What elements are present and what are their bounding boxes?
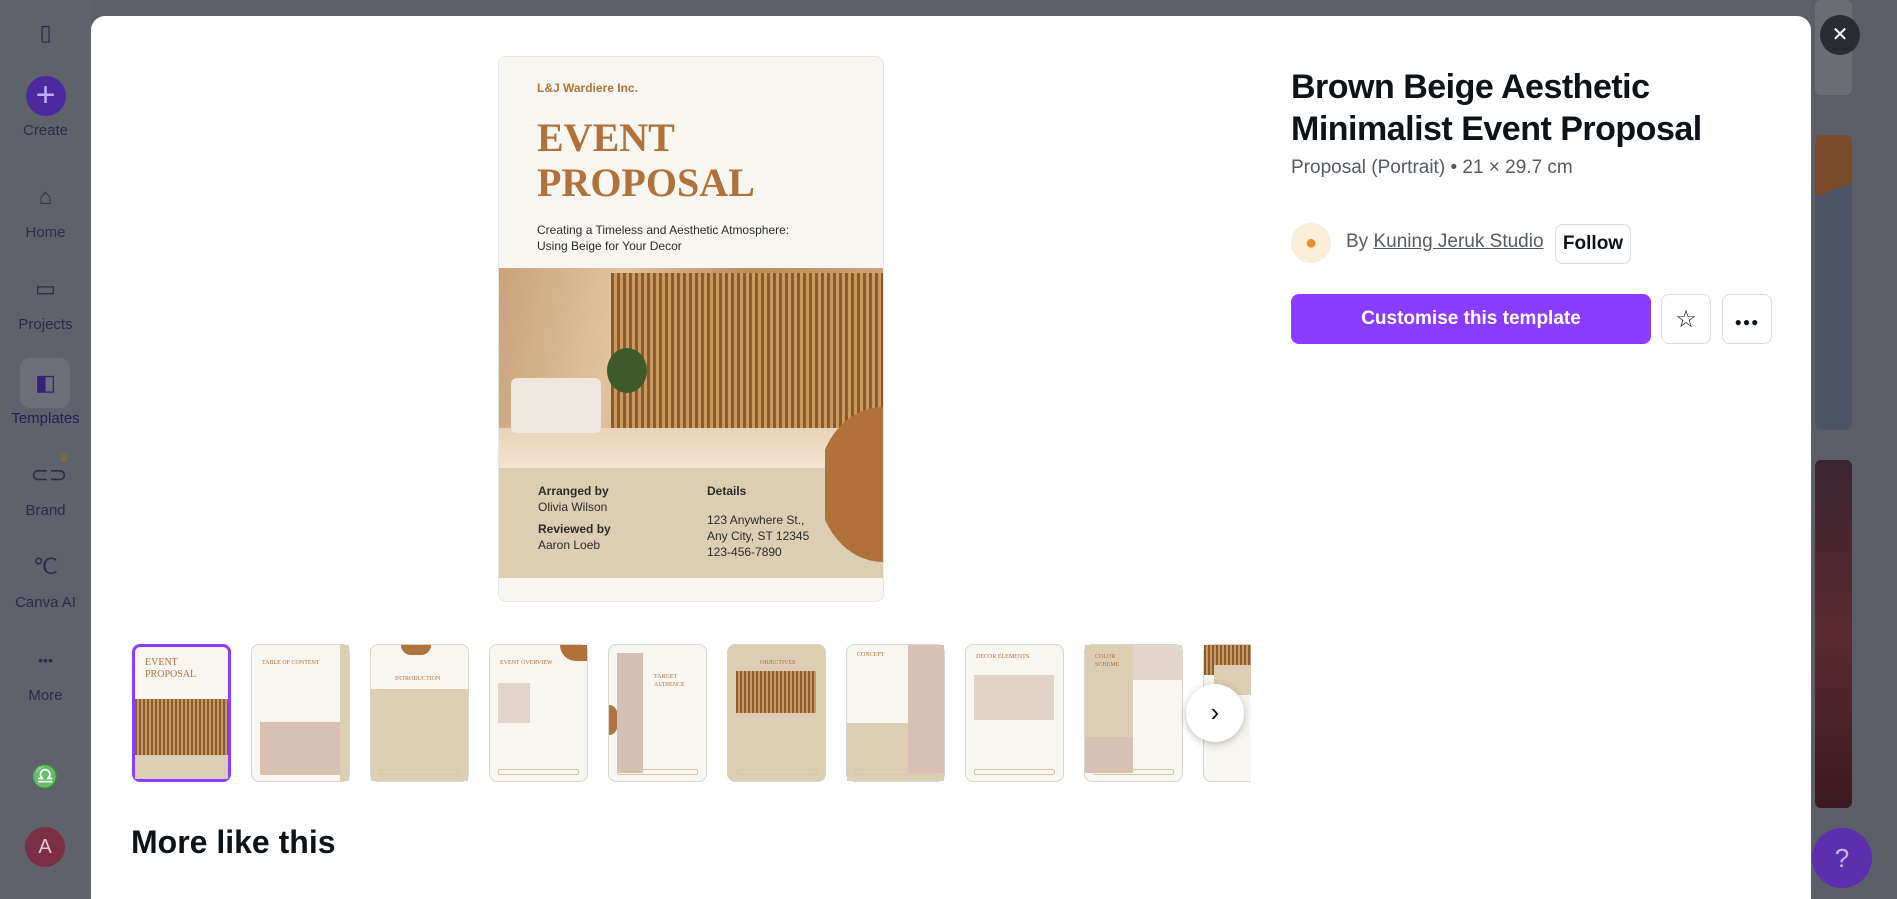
favorite-button[interactable]: ☆ xyxy=(1661,294,1711,344)
crown-icon: ♛ xyxy=(58,450,70,465)
sidebar-item-label: More xyxy=(28,687,63,704)
template-meta: Proposal (Portrait) • 21 × 29.7 cm xyxy=(1291,157,1573,178)
page-thumbnail[interactable]: OBJECTIVES xyxy=(727,644,826,782)
bell-icon: ♎ xyxy=(31,764,60,789)
thumbnail-title: TARGET AUDIENCE xyxy=(654,674,685,688)
sidebar-item-label: Templates xyxy=(11,410,80,427)
details-label: Details xyxy=(707,484,747,498)
page-thumbnail[interactable]: EVENT OVERVIEW xyxy=(489,644,588,782)
sidebar-item-canva-ai[interactable]: ℃ Canva AI xyxy=(0,552,91,611)
sidebar-item-create[interactable]: + Create xyxy=(0,76,91,139)
thumbnail-title: OBJECTIVES xyxy=(760,660,796,666)
brand-icon: ⊂⊃ xyxy=(30,462,68,487)
arranged-name: Olivia Wilson xyxy=(538,500,608,514)
thumbnail-title: CONCEPT xyxy=(857,652,885,658)
sidebar-item-more[interactable]: ••• More xyxy=(0,645,91,704)
background-card xyxy=(1815,460,1852,808)
page-thumbnail[interactable]: EVENT PROPOSAL xyxy=(132,644,231,782)
sidebar-item-projects[interactable]: ▭ Projects xyxy=(0,274,91,333)
author-avatar[interactable]: ● xyxy=(1291,223,1331,263)
preview-subtitle: Creating a Timeless and Aesthetic Atmosp… xyxy=(537,223,790,253)
arranged-label: Arranged by xyxy=(538,484,609,498)
sidebar-item-label: Canva AI xyxy=(15,594,76,611)
close-icon: ✕ xyxy=(1831,24,1849,46)
more-icon: ••• xyxy=(38,652,53,668)
by-label: By xyxy=(1346,231,1369,252)
background-results xyxy=(1811,0,1897,899)
page-thumbnail[interactable]: INTRODUCTION xyxy=(370,644,469,782)
sidebar-item-templates[interactable]: ◧ Templates xyxy=(0,368,91,427)
page-thumbnails: EVENT PROPOSAL TABLE OF CONTENT INTRODUC… xyxy=(132,644,1251,784)
thumbnail-title: EVENT OVERVIEW xyxy=(500,660,553,666)
sidebar-item-home[interactable]: ⌂ Home xyxy=(0,182,91,241)
sidebar-toggle-icon: ▯ xyxy=(39,20,52,45)
home-icon: ⌂ xyxy=(38,184,53,209)
template-title: Brown Beige Aesthetic Minimalist Event P… xyxy=(1291,68,1702,148)
author-link[interactable]: Kuning Jeruk Studio xyxy=(1373,231,1543,252)
thumbnail-title: EVENT PROPOSAL xyxy=(145,657,197,680)
sidebar-item-label: Create xyxy=(22,122,69,139)
sidebar-item-label: Projects xyxy=(18,316,73,333)
plus-icon: + xyxy=(25,76,66,116)
more-options-button[interactable]: ●●● xyxy=(1722,294,1772,344)
templates-icon: ◧ xyxy=(35,370,56,395)
star-icon: ☆ xyxy=(1675,305,1697,333)
more-like-this-heading: More like this xyxy=(131,824,336,860)
thumbnail-title: INTRODUCTION xyxy=(395,676,441,682)
sidebar-item-label: Brand xyxy=(25,502,66,519)
reviewed-name: Aaron Loeb xyxy=(538,538,601,552)
folder-icon: ▭ xyxy=(35,276,56,301)
page-thumbnail[interactable]: DECOR ELEMENTS xyxy=(965,644,1064,782)
background-page xyxy=(91,0,1811,16)
sidebar-item-label: Home xyxy=(25,224,66,241)
customise-template-button[interactable]: Customise this template xyxy=(1291,294,1651,344)
phone: 123-456-7890 xyxy=(707,545,782,559)
chevron-right-icon: › xyxy=(1210,697,1220,727)
thumbnail-title: TABLE OF CONTENT xyxy=(262,660,320,666)
preview-heading: EVENT PROPOSAL xyxy=(537,115,755,205)
page-thumbnail[interactable]: CONCEPT xyxy=(846,644,945,782)
template-preview: L&J Wardiere Inc. EVENT PROPOSAL Creatin… xyxy=(498,56,884,602)
page-thumbnail[interactable]: COLOR SCHEME xyxy=(1084,644,1183,782)
canva-ai-icon: ℃ xyxy=(33,554,58,579)
next-pages-button[interactable]: › xyxy=(1186,684,1244,742)
user-avatar[interactable]: A xyxy=(25,827,65,867)
orange-icon: ● xyxy=(1304,232,1318,254)
address-line1: 123 Anywhere St., xyxy=(707,513,805,527)
close-button[interactable]: ✕ xyxy=(1820,15,1860,55)
preview-logo: L&J Wardiere Inc. xyxy=(537,81,638,95)
background-card xyxy=(1815,135,1852,430)
thumbnail-title: DECOR ELEMENTS xyxy=(976,654,1030,660)
author-byline: By Kuning Jeruk Studio xyxy=(1346,231,1546,253)
reviewed-label: Reviewed by xyxy=(538,522,611,536)
notifications-button[interactable]: ♎ xyxy=(0,762,91,792)
sidebar: ▯ + Create ⌂ Home ▭ Projects ◧ Templates ⊂⊃ B… xyxy=(0,0,91,899)
thumbnail-title: COLOR SCHEME xyxy=(1095,654,1120,668)
follow-button[interactable]: Follow xyxy=(1555,224,1631,264)
sidebar-toggle[interactable]: ▯ xyxy=(0,18,91,48)
help-button[interactable]: ? xyxy=(1812,828,1872,888)
sidebar-item-brand[interactable]: ⊂⊃ Brand ♛ xyxy=(0,450,91,519)
page-thumbnail[interactable]: TABLE OF CONTENT xyxy=(251,644,350,782)
address-line2: Any City, ST 12345 xyxy=(707,529,810,543)
more-horizontal-icon: ●●● xyxy=(1734,315,1760,329)
page-thumbnail[interactable]: TARGET AUDIENCE xyxy=(608,644,707,782)
